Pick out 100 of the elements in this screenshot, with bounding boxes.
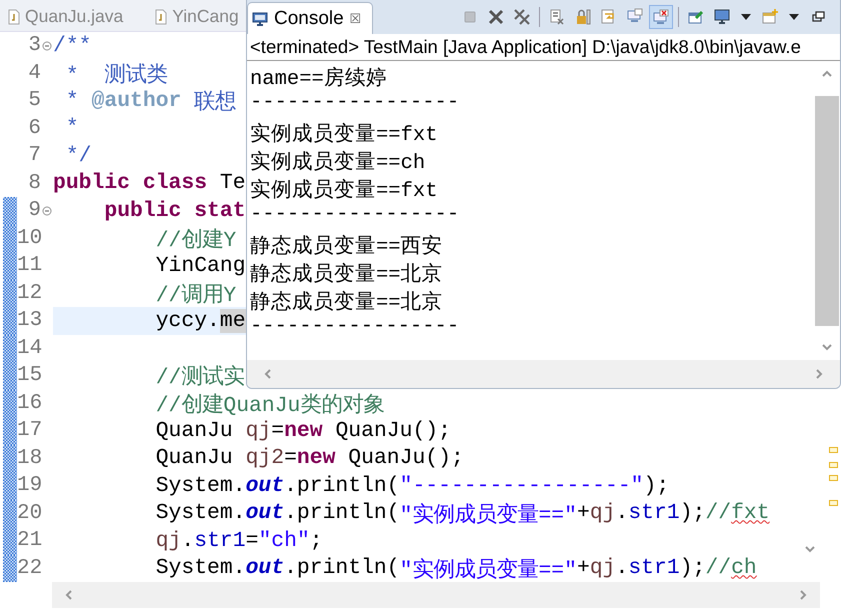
code-text: qj: [156, 528, 182, 553]
caret-icon[interactable]: [788, 13, 800, 21]
console-tab[interactable]: Console ☒: [247, 2, 373, 34]
code-text: =: [271, 418, 284, 443]
code-text: YinCang: [156, 254, 246, 278]
file-tab[interactable]: YinCang: [153, 6, 241, 31]
fold-icon[interactable]: [42, 40, 52, 51]
warning-marker[interactable]: [829, 462, 838, 468]
code-text: Te: [220, 171, 246, 196]
code-text: "ch": [258, 528, 310, 553]
code-text: //调用Y: [156, 282, 236, 308]
code-text: str1: [628, 501, 680, 526]
fold-icon[interactable]: [42, 206, 52, 216]
code-text: QuanJu: [156, 446, 234, 470]
code-text: new: [296, 446, 336, 470]
console-output-line: name==房续婷: [250, 66, 388, 91]
line-number: 13: [17, 309, 41, 332]
line-number: 14: [17, 336, 41, 360]
code-text: System.: [156, 556, 246, 580]
line-number: 11: [17, 254, 41, 278]
line-number: 21: [17, 529, 41, 552]
code-text: //创建QuanJu类的对象: [156, 392, 384, 418]
line-number: 22: [17, 556, 41, 580]
code-text: +: [576, 556, 590, 580]
java-file-icon: [8, 8, 20, 24]
file-tab[interactable]: QuanJu.java: [6, 6, 126, 31]
code-text: * 测试类: [66, 62, 168, 88]
warning-marker[interactable]: [829, 447, 838, 453]
console-output-line: -----------------: [250, 91, 460, 116]
code-text: .println(: [284, 501, 400, 526]
console-output-line: 实例成员变量==fxt: [250, 122, 439, 147]
code-text: out: [246, 556, 284, 580]
code-text: .: [181, 528, 194, 553]
line-number: 8: [27, 172, 41, 195]
code-text: +: [576, 501, 590, 526]
code-text: ch: [731, 556, 757, 580]
code-text: public class: [53, 171, 208, 196]
line-number: 15: [17, 364, 41, 388]
code-text: "实例成员变量==": [400, 502, 577, 528]
line-number: 16: [17, 392, 41, 415]
line-number: 17: [17, 419, 41, 442]
code-text: me: [220, 308, 246, 333]
line-number: 7: [27, 144, 41, 168]
code-text: qj2: [246, 446, 284, 470]
code-text: =: [246, 528, 258, 553]
console-output-line: 静态成员变量==北京: [250, 262, 444, 287]
line-number: 5: [27, 89, 41, 112]
line-number: 3: [27, 34, 41, 58]
code-text: str1: [194, 528, 246, 553]
code-text: System.: [156, 474, 246, 498]
line-number: 4: [27, 62, 41, 85]
code-text: .: [616, 501, 628, 526]
code-text: QuanJu();: [348, 446, 464, 470]
code-text: fxt: [731, 501, 770, 526]
code-text: .println(: [284, 474, 400, 498]
code-text: yccy.: [156, 308, 220, 333]
console-output-line: -----------------: [250, 203, 460, 228]
warning-marker[interactable]: [829, 500, 838, 506]
console-output-line: 静态成员变量==西安: [250, 234, 444, 259]
line-number: 10: [17, 226, 41, 250]
code-text: QuanJu();: [335, 418, 451, 443]
code-text: out: [246, 501, 284, 526]
code-text: "-----------------": [400, 474, 644, 498]
code-text: qj: [590, 556, 616, 580]
code-text: //: [705, 501, 732, 526]
monitor-error-icon[interactable]: [649, 5, 673, 29]
code-text: out: [246, 474, 284, 498]
monitor-icon: [252, 10, 268, 26]
line-number: 18: [17, 446, 41, 470]
horizontal-scrollbar[interactable]: [247, 360, 840, 388]
code-text: //创建Y: [156, 227, 236, 253]
code-text: public stat: [104, 198, 246, 223]
console-output-line: -----------------: [250, 315, 460, 340]
caret-icon[interactable]: [740, 13, 752, 21]
code-text: );: [644, 474, 670, 498]
warning-marker[interactable]: [829, 475, 838, 481]
java-file-icon: [155, 8, 168, 24]
code-text: *: [66, 116, 79, 140]
code-text: System.: [156, 501, 246, 526]
process-status: <terminated> TestMain [Java Application] D:\java\jdk8.0\bin\javaw.e: [247, 34, 840, 61]
line-number: 12: [17, 282, 41, 305]
code-text: new: [284, 418, 323, 443]
code-text: =: [284, 446, 297, 470]
code-text: //: [705, 556, 732, 580]
code-text: .println(: [284, 556, 400, 580]
horizontal-scrollbar[interactable]: [52, 582, 820, 608]
line-number: 6: [27, 116, 41, 140]
code-text: );: [680, 556, 706, 580]
code-text: 联想: [194, 89, 236, 116]
line-number: 20: [17, 502, 41, 525]
code-text: "实例成员变量==": [400, 556, 577, 582]
console-output-line: 实例成员变量==fxt: [250, 178, 439, 203]
code-text: str1: [628, 556, 680, 580]
code-text: );: [680, 501, 706, 526]
line-number: 19: [17, 474, 41, 498]
code-text: qj: [590, 501, 616, 526]
line-number: 9: [27, 199, 41, 222]
code-text: QuanJu: [156, 418, 234, 443]
close-icon[interactable]: ☒: [350, 11, 362, 26]
code-text: //测试实: [156, 364, 244, 390]
